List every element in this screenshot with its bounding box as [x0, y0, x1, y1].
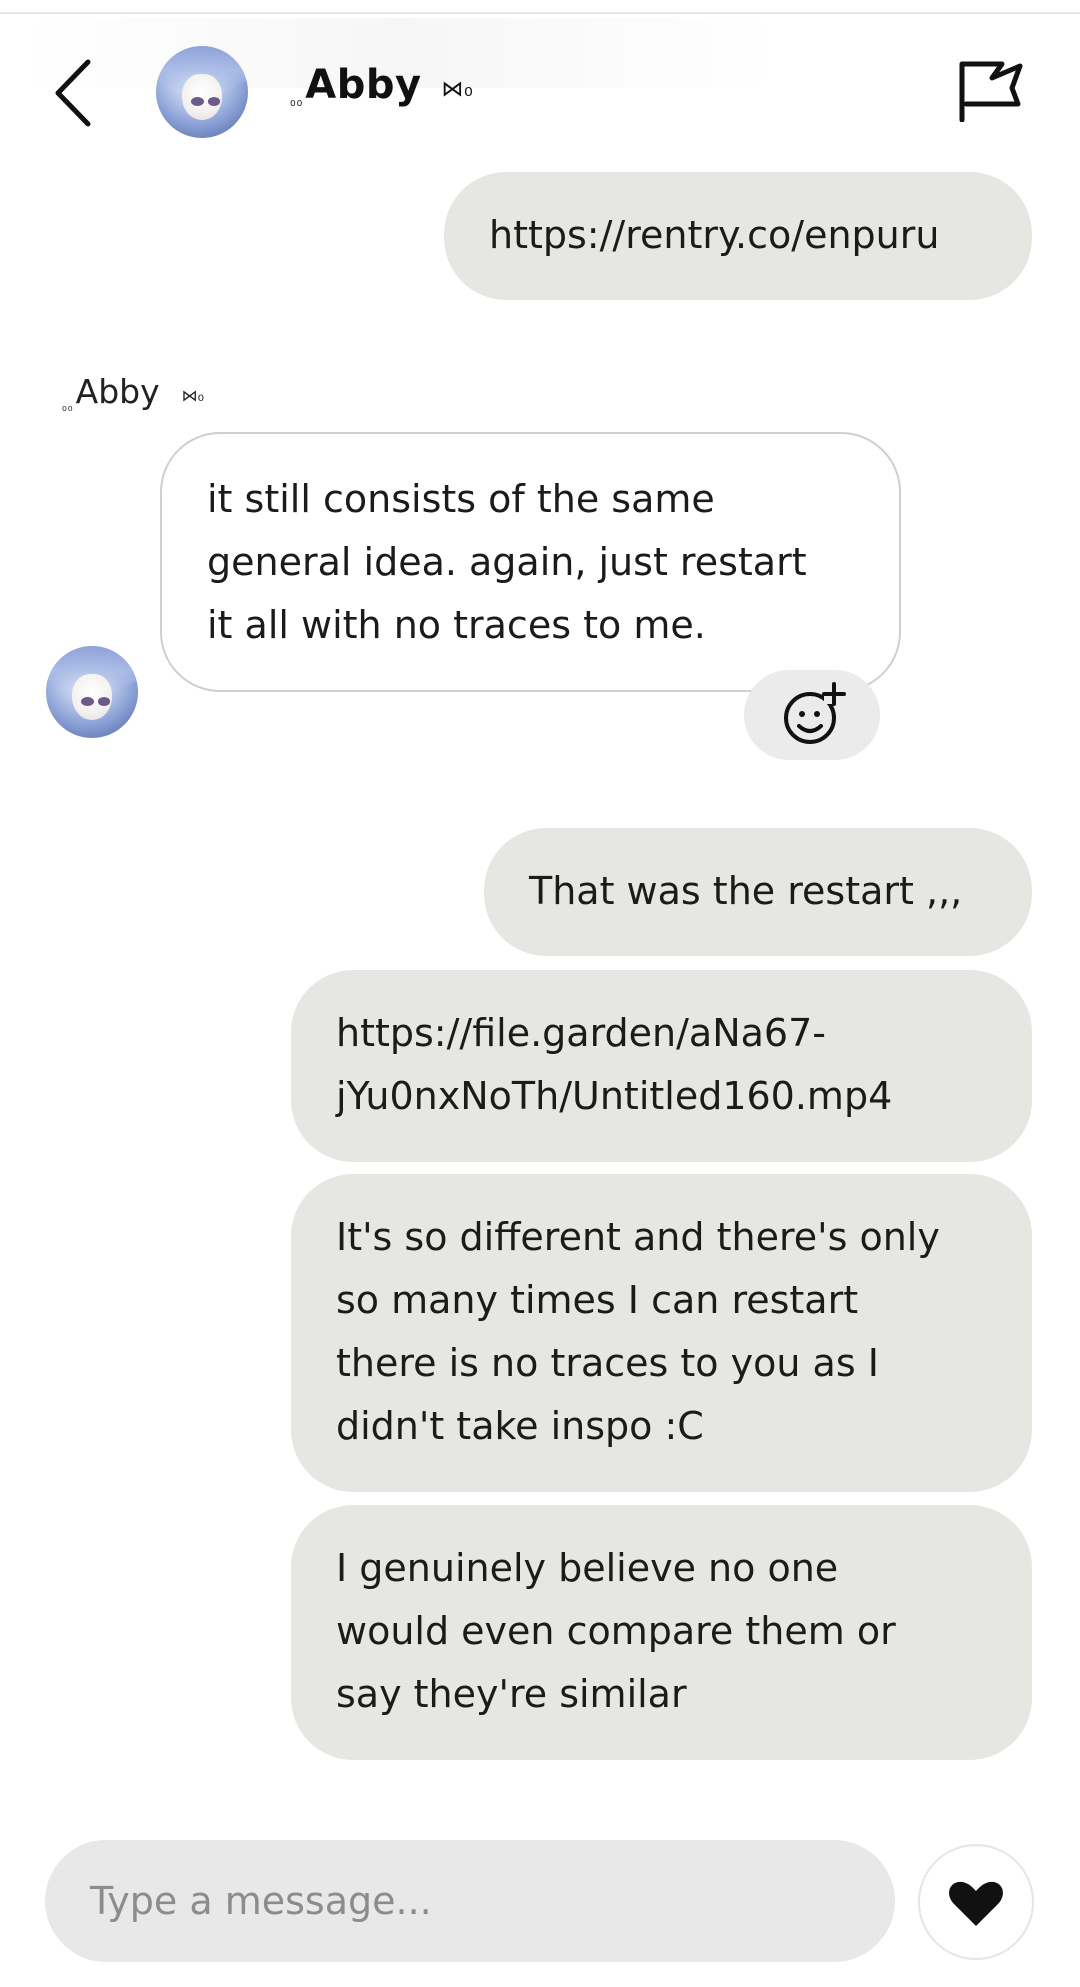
top-divider — [0, 12, 1080, 14]
message-bubble-outgoing[interactable]: https://rentry.co/enpuru — [444, 172, 1032, 300]
heart-icon — [949, 1881, 1003, 1926]
message-bubble-outgoing[interactable]: It's so different and there's only so ma… — [291, 1174, 1032, 1492]
message-input-placeholder: Type a message... — [90, 1879, 432, 1923]
contact-name-header[interactable]: ₀₀Abby ⋈₀ — [290, 62, 473, 110]
message-bubble-outgoing[interactable]: I genuinely believe no one would even co… — [291, 1505, 1032, 1760]
send-like-button[interactable] — [918, 1844, 1034, 1960]
message-input[interactable]: Type a message... — [45, 1840, 895, 1962]
header-avatar[interactable] — [156, 46, 248, 138]
back-button[interactable] — [48, 56, 108, 130]
sender-avatar[interactable] — [46, 646, 138, 738]
message-bubble-incoming[interactable]: it still consists of the same general id… — [160, 432, 901, 692]
chevron-left-icon — [55, 59, 91, 127]
message-bubble-outgoing[interactable]: That was the restart ,,, — [484, 828, 1032, 956]
flag-icon — [959, 61, 1023, 123]
message-sender-label: ₀₀Abby ⋈₀ — [62, 372, 205, 414]
contact-name: Abby — [305, 62, 422, 108]
message-bubble-outgoing[interactable]: https://file.garden/aNa67- jYu0nxNoTh/Un… — [291, 970, 1032, 1162]
add-emoji-icon — [784, 682, 846, 744]
add-reaction-button[interactable] — [744, 670, 880, 760]
report-button[interactable] — [956, 58, 1026, 123]
